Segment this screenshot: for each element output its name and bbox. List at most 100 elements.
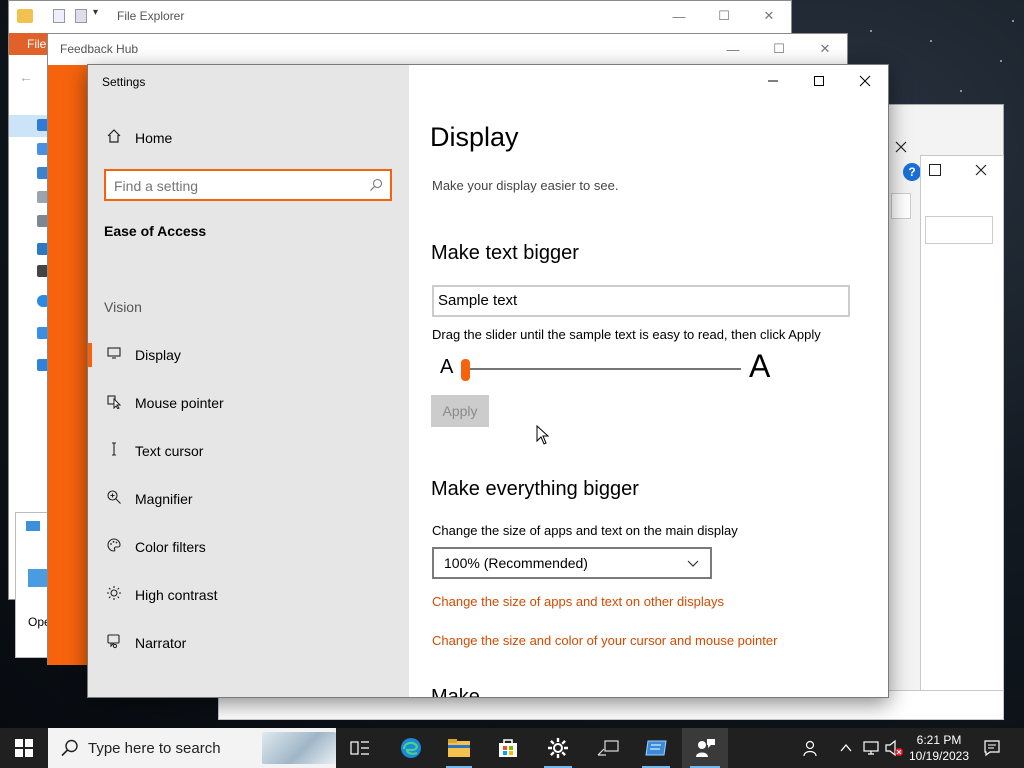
sidebar-item-text-cursor[interactable]: Text cursor [88,431,409,471]
taskbar-remote-app[interactable] [634,728,678,768]
window-close-icon[interactable] [891,139,911,155]
show-hidden-icons-button[interactable] [836,728,856,768]
monitor-icon [104,345,124,365]
dialog-fragment: Ope [15,512,51,658]
action-center-button[interactable] [978,728,1006,768]
taskbar-app-connect[interactable] [586,728,630,768]
gear-icon [548,738,568,758]
maximize-icon[interactable]: ☐ [769,39,789,59]
mouse-cursor-icon [536,424,550,450]
sample-text-preview: Sample text [432,285,850,317]
volume-muted-icon [885,739,903,757]
sidebar-item-label: Mouse pointer [135,395,224,411]
taskbar-search-placeholder: Type here to search [88,740,221,757]
cut-off-heading-text: Make ...... ..... ... ...... [431,686,614,697]
settings-window: Settings Home Ease of Access Vision Disp… [87,64,889,698]
maximize-icon[interactable]: ☐ [714,6,734,26]
magnifier-icon [104,489,124,509]
navigation-pane: ← [9,55,51,575]
close-icon[interactable] [973,162,989,183]
properties-icon[interactable] [53,9,65,23]
sidebar-item-label: Narrator [135,635,187,651]
input-fragment [891,193,911,219]
section-heading-cut-off: Make ...... ..... ... ...... [431,686,613,697]
background-window-2 [920,155,1004,720]
close-button[interactable] [842,65,888,97]
maximize-icon [814,76,824,86]
scale-selected-value: 100% (Recommended) [444,555,588,571]
link-cursor-settings[interactable]: Change the size and color of your cursor… [432,633,777,648]
taskbar-search-box[interactable]: Type here to search [48,728,336,768]
chevron-down-icon [686,556,700,570]
sidebar-item-label: High contrast [135,587,218,603]
clock-date: 10/19/2023 [908,749,970,763]
mouse-pointer-icon [104,393,124,413]
people-button[interactable] [798,728,824,768]
taskbar-file-explorer[interactable] [438,728,480,768]
sidebar-item-high-contrast[interactable]: High contrast [88,575,409,615]
maximize-icon[interactable] [929,164,941,176]
sidebar-item-display[interactable]: Display [88,335,409,375]
nav-home[interactable]: Home [88,118,409,158]
taskbar-feedback-hub[interactable] [682,728,728,768]
new-folder-icon[interactable] [75,9,87,23]
category-heading: Ease of Access [104,223,207,239]
section-heading-everything-bigger: Make everything bigger [431,478,639,500]
text-size-slider[interactable] [464,368,741,370]
search-icon[interactable] [368,177,384,193]
search-highlight-image [262,732,336,764]
sidebar-item-narrator[interactable]: Narrator [88,623,409,663]
sun-icon [104,585,124,605]
link-other-displays[interactable]: Change the size of apps and text on othe… [432,594,724,609]
chevron-up-icon [840,743,852,752]
sidebar-item-color-filters[interactable]: Color filters [88,527,409,567]
minimize-icon[interactable]: — [669,6,689,26]
taskbar: Type here to search 6:21 PM 10/19/2023 [0,728,1024,768]
feedback-hub-icon [696,739,715,757]
apply-button[interactable]: Apply [431,395,489,427]
sidebar-item-mouse-pointer[interactable]: Mouse pointer [88,383,409,423]
slider-min-label: A [440,356,454,378]
scale-dropdown[interactable]: 100% (Recommended) [432,547,712,579]
maximize-button[interactable] [796,65,842,97]
text-cursor-icon [104,441,124,461]
sidebar-item-label: Magnifier [135,491,193,507]
windows-logo-icon [15,739,33,757]
slider-thumb[interactable] [461,359,470,381]
start-button[interactable] [0,728,48,768]
task-view-button[interactable] [340,728,380,768]
scale-description: Change the size of apps and text on the … [432,523,738,538]
slider-hint: Drag the slider until the sample text is… [432,327,821,342]
taskbar-settings[interactable] [536,728,580,768]
edge-icon [401,738,421,758]
quick-access-chevron-icon[interactable]: ▾ [93,7,98,18]
help-icon[interactable]: ? [903,163,921,181]
sidebar-item-label: Display [135,347,181,363]
minimize-icon[interactable]: — [723,39,743,59]
search-box[interactable] [104,169,392,201]
feedback-hub-sidebar [48,65,90,665]
store-icon [499,739,517,757]
sidebar-item-magnifier[interactable]: Magnifier [88,479,409,519]
settings-content: Display Make your display easier to see.… [409,65,888,697]
minimize-button[interactable] [750,65,796,97]
taskbar-store[interactable] [486,728,530,768]
folder-icon [448,739,470,757]
palette-icon [104,537,124,557]
taskbar-edge[interactable] [390,728,432,768]
search-input[interactable] [114,176,354,196]
minimize-icon [768,80,778,82]
taskbar-clock[interactable]: 6:21 PM 10/19/2023 [904,732,974,764]
task-view-icon [350,741,369,755]
close-icon[interactable]: ✕ [815,39,835,59]
network-tray-button[interactable] [860,728,882,768]
ribbon-file-tab[interactable]: File [9,33,49,55]
volume-tray-button[interactable] [882,728,906,768]
close-icon[interactable]: ✕ [759,6,779,26]
remote-desktop-icon [645,740,667,756]
sidebar-item-label: Text cursor [135,443,204,459]
back-arrow-icon[interactable]: ← [19,69,33,85]
group-heading: Vision [104,299,142,315]
window-title: File Explorer [117,9,185,23]
search-icon [60,738,80,758]
